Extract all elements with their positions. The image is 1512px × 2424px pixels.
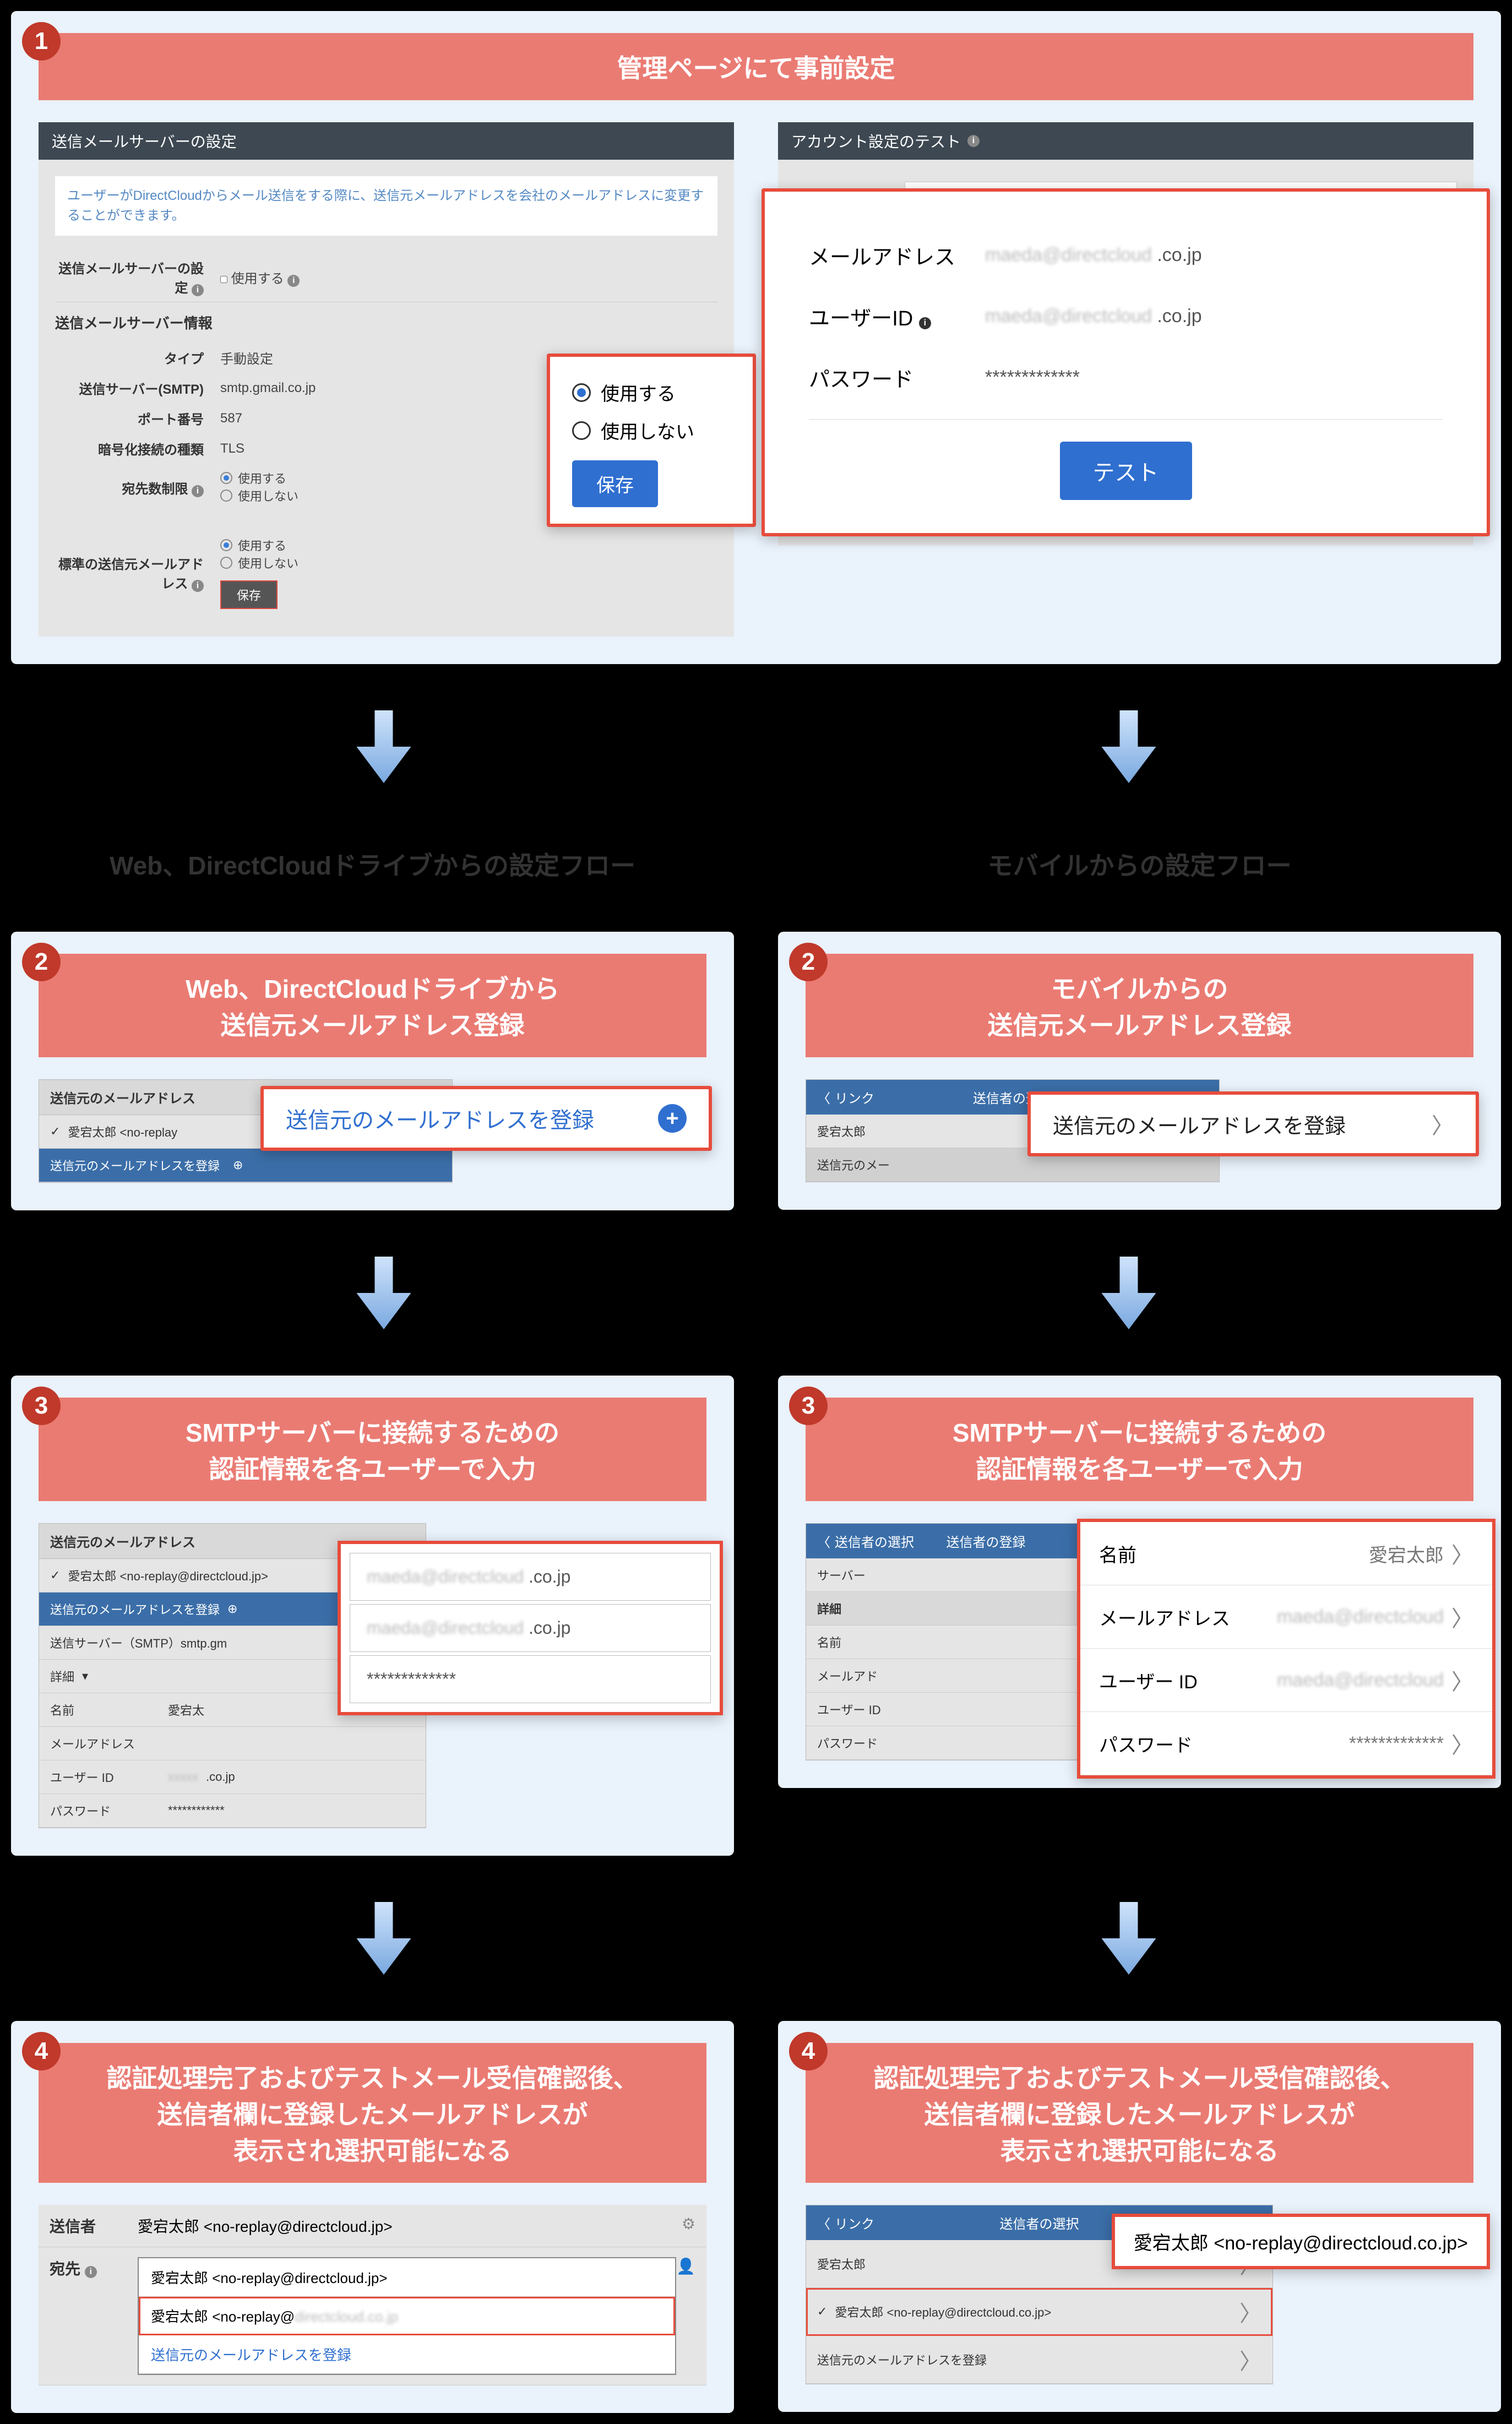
s1-setting-label: 送信メールサーバーの設定 (58, 262, 204, 296)
step2-right-title: モバイルからの 送信元メールアドレス登録 (806, 954, 1473, 1057)
uid-row[interactable]: ユーザー IDmaeda@directcloud〉 (1080, 1649, 1492, 1712)
arrows-after-2 (11, 1243, 1501, 1343)
contacts-icon[interactable]: 👤 (676, 2257, 695, 2275)
step1-right: アカウント設定のテスト i メールアドレス ユーザーID メールアドレスmaed… (778, 122, 1473, 545)
step3-title-r: SMTPサーバーに接続するための認証情報を各ユーザーで入力 (806, 1398, 1473, 1501)
step3-badge-r: 3 (789, 1387, 828, 1425)
arrow-down-icon (353, 1900, 414, 1977)
dropdown-item-register[interactable]: 送信元のメールアドレスを登録 (139, 2335, 675, 2374)
userid-input[interactable]: maeda@directcloud .co.jp (350, 1604, 711, 1652)
pw-row[interactable]: パスワード*************〉 (1080, 1712, 1492, 1775)
mini-save-button[interactable]: 保存 (220, 580, 278, 609)
step3-title: SMTPサーバーに接続するための認証情報を各ユーザーで入力 (39, 1398, 706, 1501)
back-link[interactable]: 〈 リンク (817, 2213, 874, 2232)
test-button[interactable]: テスト (1060, 442, 1192, 500)
step3-left-panel: 3 SMTPサーバーに接続するための認証情報を各ユーザーで入力 送信元のメールア… (11, 1376, 734, 1856)
step4-left-panel: 4 認証処理完了およびテストメール受信確認後、送信者欄に登録したメールアドレスが… (11, 2021, 734, 2413)
step2-badge: 2 (22, 943, 61, 981)
step1-right-zoom: メールアドレスmaeda@directcloud .co.jp ユーザーID i… (762, 188, 1490, 536)
step2-right-panel: 2 モバイルからの 送信元メールアドレス登録 〈 リンク 送信者の選択 愛宕太郎… (778, 932, 1501, 1210)
chevron-right-icon: 〉 (1451, 1727, 1473, 1759)
step2-badge-r: 2 (789, 943, 828, 981)
arrow-down-icon (1098, 1900, 1159, 1977)
step1-left-zoom: 使用する 使用しない 保存 (547, 354, 756, 527)
info-icon: i (192, 284, 204, 296)
dropdown-item-selected[interactable]: 愛宕太郎 <no-replay@directcloud.co.jp (139, 2297, 675, 2335)
step3-left-zoom: maeda@directcloud .co.jp maeda@directclo… (338, 1541, 723, 1715)
plus-icon: ⊕ (227, 1602, 237, 1616)
step3-right-panel: 3 SMTPサーバーに接続するための認証情報を各ユーザーで入力 〈 送信者の選択… (778, 1376, 1501, 1788)
check-icon: ✓ (50, 1124, 60, 1139)
dropdown-item[interactable]: 愛宕太郎 <no-replay@directcloud.jp> (139, 2258, 675, 2297)
plus-icon: + (658, 1104, 687, 1133)
s1-info-banner: ユーザーがDirectCloudからメール送信をする際に、送信元メールアドレスを… (55, 176, 717, 236)
name-row[interactable]: 名前愛宕太郎〉 (1080, 1522, 1492, 1585)
password-input[interactable]: ************* (350, 1655, 711, 1703)
gear-icon[interactable]: ⚙ (682, 2215, 695, 2233)
step4-title-r: 認証処理完了およびテストメール受信確認後、送信者欄に登録したメールアドレスが表示… (806, 2043, 1473, 2183)
chevron-right-icon: 〉 (1451, 1601, 1473, 1633)
compose-mock: 送信者 愛宕太郎 <no-replay@directcloud.jp> ⚙ 宛先… (39, 2205, 706, 2385)
use-checkbox[interactable] (220, 276, 227, 283)
branch-right-title: モバイルからの設定フロー (778, 829, 1501, 899)
sender-dropdown[interactable]: 愛宕太郎 <no-replay@directcloud.jp> 愛宕太郎 <no… (138, 2257, 676, 2375)
info-icon: i (192, 485, 204, 497)
arrow-down-icon (1098, 1254, 1159, 1331)
email-input[interactable]: maeda@directcloud .co.jp (350, 1553, 711, 1601)
zoom-nouse-radio[interactable]: 使用しない (572, 411, 731, 449)
info-icon: i (287, 275, 300, 287)
step3-badge: 3 (22, 1387, 61, 1425)
zoom-save-button[interactable]: 保存 (572, 460, 658, 507)
step4-right-panel: 4 認証処理完了およびテストメール受信確認後、送信者欄に登録したメールアドレスが… (778, 2021, 1501, 2412)
chevron-right-icon: 〉 (1239, 2296, 1261, 2328)
arrow-down-icon (353, 708, 414, 785)
arrow-down-icon (353, 1254, 414, 1331)
step4-badge-r: 4 (789, 2032, 828, 2070)
zoom-use-radio[interactable]: 使用する (572, 373, 731, 411)
branch-left-title: Web、DirectCloudドライブからの設定フロー (11, 829, 734, 899)
step2-right-callout[interactable]: 送信元のメールアドレスを登録 〉 (1027, 1091, 1479, 1156)
limit-use-radio[interactable]: 使用する (220, 469, 286, 487)
step2-left-panel: 2 Web、DirectCloudドライブから 送信元メールアドレス登録 送信元… (11, 932, 734, 1210)
s1-section-info: 送信メールサーバー情報 (55, 302, 717, 343)
branch-titles: Web、DirectCloudドライブからの設定フロー モバイルからの設定フロー (11, 829, 1501, 899)
step2-left-title: Web、DirectCloudドライブから 送信元メールアドレス登録 (39, 954, 706, 1057)
step1-badge: 1 (22, 22, 61, 61)
step4-title: 認証処理完了およびテストメール受信確認後、送信者欄に登録したメールアドレスが表示… (39, 2043, 706, 2183)
step2-left-callout[interactable]: 送信元のメールアドレスを登録 + (260, 1086, 712, 1151)
check-icon: ✓ (50, 1568, 60, 1583)
back-link[interactable]: 〈 リンク (817, 1088, 874, 1107)
chevron-right-icon: 〉 (1239, 2344, 1261, 2376)
info-icon: i (85, 2266, 97, 2278)
info-icon: i (192, 580, 204, 592)
arrow-down-icon (1098, 708, 1159, 785)
default-use-radio[interactable]: 使用する (220, 536, 286, 554)
step1-title: 管理ページにて事前設定 (39, 33, 1473, 100)
check-icon: ✓ (817, 2305, 827, 2319)
back-link[interactable]: 〈 送信者の選択 (817, 1531, 914, 1551)
chevron-right-icon: 〉 (1451, 1664, 1473, 1696)
chevron-right-icon: 〉 (1432, 1108, 1454, 1140)
default-nouse-radio[interactable]: 使用しない (220, 554, 298, 572)
info-icon: i (919, 317, 931, 329)
step1-panel: 1 管理ページにて事前設定 送信メールサーバーの設定 ユーザーがDirectCl… (11, 11, 1501, 664)
plus-icon: ⊕ (233, 1158, 243, 1172)
arrows-after-1 (11, 697, 1501, 796)
limit-nouse-radio[interactable]: 使用しない (220, 487, 298, 504)
s1-right-header: アカウント設定のテスト i (778, 122, 1473, 160)
mail-row[interactable]: メールアドレスmaeda@directcloud〉 (1080, 1585, 1492, 1649)
step1-left: 送信メールサーバーの設定 ユーザーがDirectCloudからメール送信をする際… (39, 122, 734, 637)
chevron-right-icon: 〉 (1451, 1537, 1473, 1569)
info-icon: i (967, 135, 980, 147)
step4-right-callout: 愛宕太郎 <no-replay@directcloud.co.jp> (1112, 2214, 1490, 2269)
step3-right-zoom: 名前愛宕太郎〉 メールアドレスmaeda@directcloud〉 ユーザー I… (1077, 1519, 1495, 1779)
s1-left-header: 送信メールサーバーの設定 (39, 122, 734, 160)
chevron-down-icon[interactable]: ▾ (82, 1669, 88, 1683)
arrows-after-3 (11, 1889, 1501, 1988)
step4-badge: 4 (22, 2032, 61, 2070)
